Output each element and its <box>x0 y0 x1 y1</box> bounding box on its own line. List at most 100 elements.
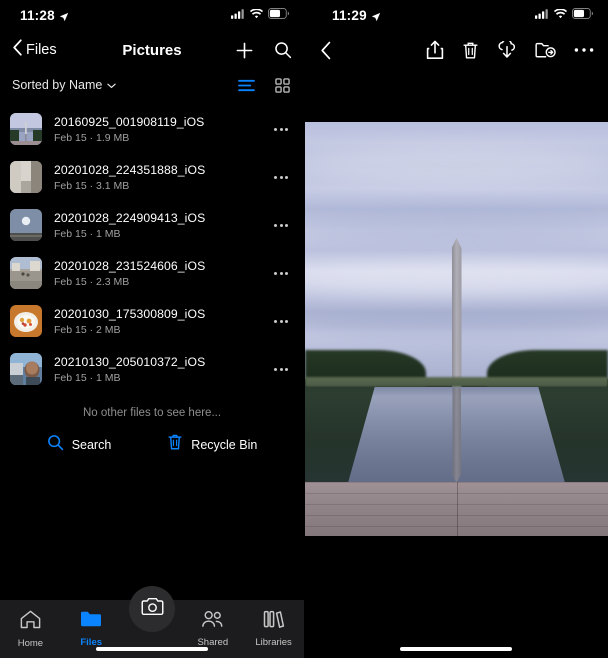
cellular-signal-icon <box>535 6 549 24</box>
file-thumbnail <box>10 353 42 385</box>
sort-dropdown-label: Sorted by Name <box>12 78 103 92</box>
file-thumbnail <box>10 161 42 193</box>
file-thumbnail <box>10 113 42 145</box>
file-subtitle: Feb 15 · 2 MB <box>54 323 121 336</box>
footer-recycle-bin-label: Recycle Bin <box>191 437 258 452</box>
more-options-icon[interactable] <box>268 316 294 327</box>
cloud-band <box>305 146 608 185</box>
back-button-label: Files <box>26 42 57 58</box>
table-row[interactable]: 20201030_175300809_iOS Feb 15 · 2 MB <box>0 297 304 345</box>
file-name: 20201028_224351888_iOS <box>54 162 206 177</box>
camera-button[interactable] <box>129 586 175 632</box>
folder-icon <box>80 610 102 633</box>
grid-view-icon[interactable] <box>275 77 290 93</box>
chevron-down-icon <box>107 78 117 92</box>
footer-search-label: Search <box>71 437 112 452</box>
file-subtitle: Feb 15 · 2.3 MB <box>54 275 130 288</box>
more-options-icon[interactable] <box>268 220 294 231</box>
back-button[interactable]: Files <box>12 39 57 61</box>
file-name: 20210130_205010372_iOS <box>54 354 206 369</box>
file-name: 20160925_001908119_iOS <box>54 114 205 129</box>
move-folder-icon[interactable] <box>535 41 556 59</box>
battery-icon <box>268 6 290 24</box>
files-list-screen: 11:28 Files Pictures Sorted by Name 2016… <box>0 0 304 658</box>
home-icon <box>20 610 41 634</box>
wifi-icon <box>250 6 263 24</box>
tab-shared[interactable]: Shared <box>182 610 243 648</box>
file-subtitle: Feb 15 · 3.1 MB <box>54 179 130 192</box>
status-time-left: 11:28 <box>20 8 69 23</box>
footer-search-button[interactable]: Search <box>47 433 112 456</box>
more-options-icon[interactable] <box>268 124 294 135</box>
battery-icon <box>572 6 594 24</box>
file-meta: 20210130_205010372_iOS Feb 15 · 1 MB <box>54 355 268 384</box>
photo-toolbar <box>304 30 608 70</box>
empty-state-text: No other files to see here... <box>82 407 222 419</box>
tab-files[interactable]: Files <box>61 610 122 648</box>
list-footer: No other files to see here... Search Rec… <box>0 393 304 456</box>
sort-bar: Sorted by Name <box>0 70 304 100</box>
file-thumbnail <box>10 209 42 241</box>
cloud-band <box>305 213 608 243</box>
nav-actions <box>235 41 292 60</box>
footer-recycle-bin-button[interactable]: Recycle Bin <box>167 433 257 456</box>
horizon-lawn <box>305 376 608 387</box>
tab-home[interactable]: Home <box>0 610 61 649</box>
dual-screenshot: 11:28 Files Pictures Sorted by Name 2016… <box>0 0 608 658</box>
sort-dropdown[interactable]: Sorted by Name <box>12 78 117 92</box>
photo-toolbar-actions <box>426 40 594 60</box>
trash-icon[interactable] <box>462 41 479 60</box>
navigation-bar: Files Pictures <box>0 30 304 70</box>
file-name: 20201028_231524606_iOS <box>54 258 206 273</box>
status-time-right: 11:29 <box>332 8 381 23</box>
status-bar-left: 11:28 <box>0 0 304 30</box>
file-name: 20201030_175300809_iOS <box>54 306 206 321</box>
footer-actions: Search Recycle Bin <box>0 433 304 456</box>
table-row[interactable]: 20201028_231524606_iOS Feb 15 · 2.3 MB <box>0 249 304 297</box>
home-indicator-left <box>96 647 208 651</box>
status-icons-right <box>535 6 594 24</box>
more-options-icon[interactable] <box>268 364 294 375</box>
status-time-label: 11:29 <box>332 7 367 23</box>
wifi-icon <box>554 6 567 24</box>
table-row[interactable]: 20201028_224351888_iOS Feb 15 · 3.1 MB <box>0 153 304 201</box>
back-button[interactable] <box>320 41 332 60</box>
list-view-icon[interactable] <box>238 79 255 92</box>
tab-home-label: Home <box>17 637 44 649</box>
location-arrow-icon <box>59 10 69 22</box>
search-icon[interactable] <box>274 41 292 59</box>
table-row[interactable]: 20210130_205010372_iOS Feb 15 · 1 MB <box>0 345 304 393</box>
add-button[interactable] <box>235 41 254 60</box>
file-meta: 20201028_231524606_iOS Feb 15 · 2.3 MB <box>54 259 268 288</box>
cellular-signal-icon <box>231 6 245 24</box>
photo-viewer[interactable] <box>305 122 608 536</box>
file-meta: 20201028_224909413_iOS Feb 15 · 1 MB <box>54 211 268 240</box>
file-meta: 20201030_175300809_iOS Feb 15 · 2 MB <box>54 307 268 336</box>
status-icons-left <box>231 6 290 24</box>
chevron-left-icon <box>12 39 23 61</box>
people-icon <box>201 610 224 633</box>
share-icon[interactable] <box>426 40 444 60</box>
tab-libraries[interactable]: Libraries <box>243 610 304 648</box>
file-list: 20160925_001908119_iOS Feb 15 · 1.9 MB 2… <box>0 100 304 393</box>
plaza-seam <box>456 482 458 536</box>
table-row[interactable]: 20160925_001908119_iOS Feb 15 · 1.9 MB <box>0 105 304 153</box>
status-bar-right: 11:29 <box>304 0 608 30</box>
table-row[interactable]: 20201028_224909413_iOS Feb 15 · 1 MB <box>0 201 304 249</box>
trash-icon <box>167 433 183 456</box>
camera-icon <box>141 597 164 621</box>
file-thumbnail <box>10 305 42 337</box>
download-icon[interactable] <box>497 40 517 60</box>
view-toggles <box>238 77 290 93</box>
file-subtitle: Feb 15 · 1 MB <box>54 371 121 384</box>
file-name: 20201028_224909413_iOS <box>54 210 206 225</box>
photo-image <box>305 122 608 536</box>
more-options-icon[interactable] <box>268 172 294 183</box>
more-options-icon[interactable] <box>268 268 294 279</box>
more-options-icon[interactable] <box>574 47 594 53</box>
file-subtitle: Feb 15 · 1 MB <box>54 227 121 240</box>
home-indicator-right <box>400 647 512 651</box>
file-meta: 20201028_224351888_iOS Feb 15 · 3.1 MB <box>54 163 268 192</box>
file-subtitle: Feb 15 · 1.9 MB <box>54 131 130 144</box>
file-meta: 20160925_001908119_iOS Feb 15 · 1.9 MB <box>54 115 268 144</box>
